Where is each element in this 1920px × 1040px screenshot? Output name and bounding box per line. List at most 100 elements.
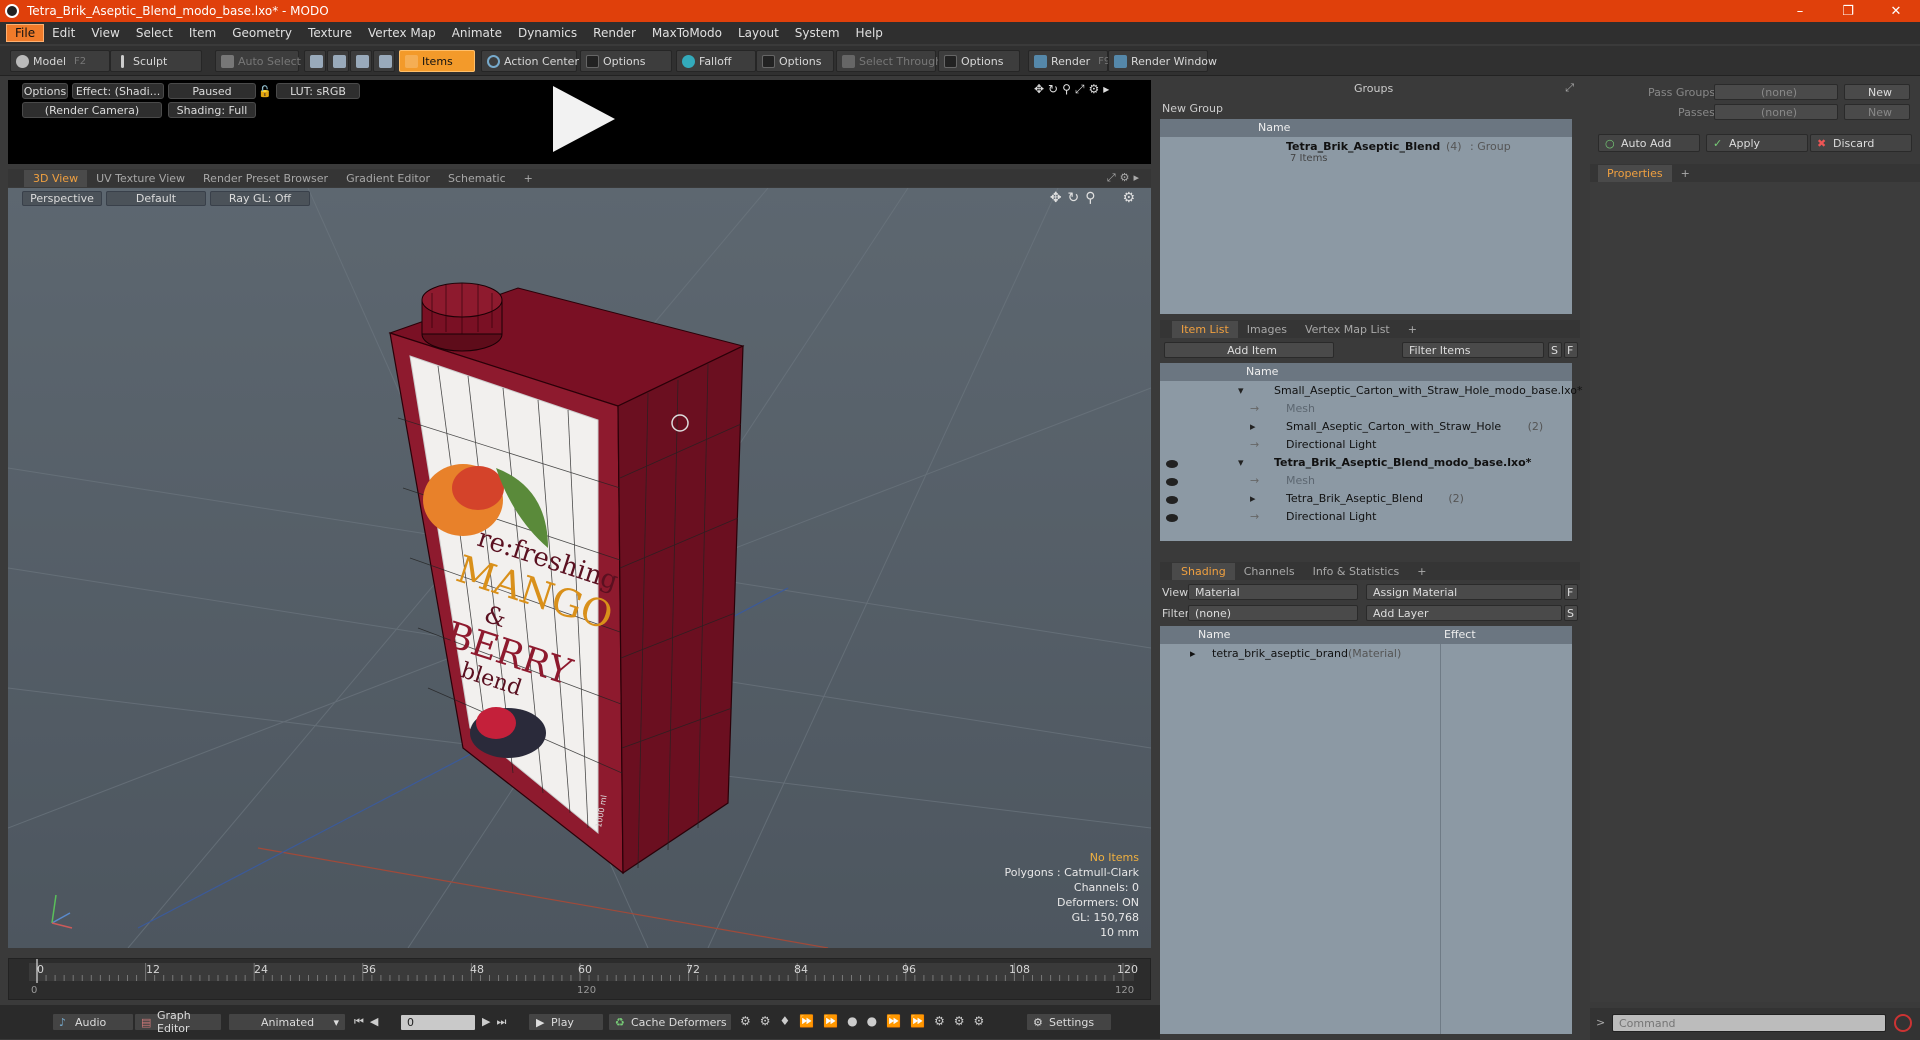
item-list-f-button[interactable]: F (1564, 342, 1578, 358)
item-list-s-button[interactable]: S (1548, 342, 1562, 358)
tab-channels[interactable]: Channels (1235, 563, 1304, 580)
expand-icon[interactable]: ⤢ (1565, 81, 1574, 95)
frame-input[interactable]: 0 (400, 1014, 476, 1031)
render-window-button[interactable]: Render Window (1108, 50, 1217, 72)
visibility-eye-icon[interactable] (1166, 514, 1178, 522)
item-list-row[interactable]: ▾ Small_Aseptic_Carton_with_Straw_Hole_mo… (1160, 383, 1582, 401)
expand-arrow-icon[interactable]: ▾ (1238, 456, 1244, 469)
menu-file[interactable]: File (6, 24, 45, 42)
menu-select[interactable]: Select (128, 25, 181, 41)
command-input[interactable] (1612, 1014, 1886, 1032)
child-arrow-icon[interactable]: → (1250, 438, 1259, 451)
items-mode-button[interactable]: Items (399, 50, 475, 72)
preview-camera-dropdown[interactable]: (Render Camera) (22, 102, 162, 118)
sculpt-mode-button[interactable]: Sculpt (110, 50, 202, 72)
menu-texture[interactable]: Texture (300, 25, 360, 41)
shading-tree[interactable]: Name Effect ▸ tetra_brik_aseptic_brand (… (1160, 626, 1572, 1034)
item-list-row[interactable]: ▾ Tetra_Brik_Aseptic_Blend_modo_base.lxo* (1160, 455, 1572, 473)
item-list-row[interactable]: → Mesh (1160, 473, 1572, 491)
menu-vertex-map[interactable]: Vertex Map (360, 25, 444, 41)
child-arrow-icon[interactable]: → (1250, 402, 1259, 415)
cache-deformers-button[interactable]: ♻ Cache Deformers (608, 1013, 732, 1031)
shading-view-dropdown[interactable]: Material (1188, 584, 1358, 600)
child-arrow-icon[interactable]: → (1250, 510, 1259, 523)
edges-mode-button[interactable] (327, 50, 349, 72)
vertices-mode-button[interactable] (304, 50, 326, 72)
add-item-dropdown[interactable]: Add Item (1164, 342, 1334, 358)
default-shading-dropdown[interactable]: Default (106, 191, 206, 206)
new-group-button[interactable]: New Group (1160, 100, 1244, 118)
preview-effect-dropdown[interactable]: Effect: (Shadi... (72, 83, 164, 99)
select-through-options-button[interactable]: Options (938, 50, 1020, 72)
materials-mode-button[interactable] (373, 50, 395, 72)
settings-button[interactable]: ⚙ Settings (1026, 1013, 1112, 1031)
filter-items-input[interactable]: Filter Items (1402, 342, 1544, 358)
restore-icon[interactable]: ❐ (1828, 0, 1868, 22)
pass-groups-dropdown[interactable]: (none) (1714, 84, 1838, 100)
tab-schematic[interactable]: Schematic (439, 170, 515, 187)
passes-dropdown[interactable]: (none) (1714, 104, 1838, 120)
groups-list[interactable]: Name Tetra_Brik_Aseptic_Blend (4) : Grou… (1160, 119, 1572, 314)
tab-gradient-editor[interactable]: Gradient Editor (337, 170, 439, 187)
raygl-dropdown[interactable]: Ray GL: Off (210, 191, 310, 206)
item-list-row[interactable]: → Directional Light (1160, 509, 1572, 527)
tab-uv-texture-view[interactable]: UV Texture View (87, 170, 194, 187)
menu-system[interactable]: System (787, 25, 848, 41)
add-layer-dropdown[interactable]: Add Layer (1366, 605, 1562, 621)
tab-3d-view[interactable]: 3D View (24, 170, 88, 187)
tab-vertex-map-list[interactable]: Vertex Map List (1296, 321, 1399, 338)
new-pass-button[interactable]: New (1844, 104, 1910, 120)
model-mode-button[interactable]: Model F2 (10, 50, 110, 72)
item-list-row[interactable]: → Directional Light (1160, 437, 1572, 455)
menu-dynamics[interactable]: Dynamics (510, 25, 585, 41)
close-icon[interactable]: ✕ (1876, 0, 1916, 22)
child-arrow-icon[interactable]: → (1250, 474, 1259, 487)
menu-maxtomodo[interactable]: MaxToModo (644, 25, 730, 41)
visibility-eye-icon[interactable] (1166, 478, 1178, 486)
render-button[interactable]: Render F9 (1028, 50, 1110, 72)
add-shading-tab-button[interactable]: + (1408, 563, 1435, 580)
tab-images[interactable]: Images (1238, 321, 1296, 338)
expand-arrow-icon[interactable]: ▸ (1190, 647, 1196, 660)
falloff-options-button[interactable]: Options (756, 50, 834, 72)
discard-button[interactable]: ✖ Discard (1810, 134, 1912, 152)
assign-material-dropdown[interactable]: Assign Material (1366, 584, 1562, 600)
tab-info-statistics[interactable]: Info & Statistics (1304, 563, 1409, 580)
visibility-eye-icon[interactable] (1166, 460, 1178, 468)
range-mid[interactable]: 120 (577, 985, 596, 996)
item-list-row[interactable]: ▸ Tetra_Brik_Aseptic_Blend (2) (1160, 491, 1572, 509)
item-list-row[interactable]: ▸ Small_Aseptic_Carton_with_Straw_Hole (2) (1160, 419, 1572, 437)
viewport-nav-icons[interactable]: ✥↻⚲ ⚙ (1050, 190, 1141, 206)
shading-filter-dropdown[interactable]: (none) (1188, 605, 1358, 621)
menu-layout[interactable]: Layout (730, 25, 787, 41)
preview-nav-icons[interactable]: ✥↻⚲⤢⚙▸ (1034, 82, 1113, 97)
auto-add-button[interactable]: ○ Auto Add (1598, 134, 1700, 152)
group-row[interactable]: Tetra_Brik_Aseptic_Blend (4) : Group 7 I… (1160, 139, 1572, 164)
select-through-button[interactable]: Select Through (836, 50, 942, 72)
menu-edit[interactable]: Edit (44, 25, 83, 41)
menu-animate[interactable]: Animate (444, 25, 510, 41)
add-item-tab-button[interactable]: + (1399, 321, 1426, 338)
audio-button[interactable]: ♪ Audio (52, 1013, 134, 1031)
preview-paused-button[interactable]: Paused (168, 83, 256, 99)
expand-arrow-icon[interactable]: ▾ (1238, 384, 1244, 397)
preview-lut-dropdown[interactable]: LUT: sRGB (276, 83, 360, 99)
preview-options-button[interactable]: Options (22, 83, 68, 99)
menu-item[interactable]: Item (181, 25, 224, 41)
action-center-options-button[interactable]: Options (580, 50, 672, 72)
menu-geometry[interactable]: Geometry (224, 25, 300, 41)
play-button[interactable]: ▶ Play (528, 1013, 604, 1031)
animated-dropdown[interactable]: Animated ▾ (228, 1013, 346, 1031)
range-end[interactable]: 120 (1115, 985, 1134, 996)
tab-properties[interactable]: Properties (1598, 165, 1672, 182)
play-icon[interactable] (553, 86, 615, 152)
menu-render[interactable]: Render (585, 25, 644, 41)
next-key-controls[interactable]: ▶⏭ (482, 1015, 512, 1029)
lock-icon[interactable]: 🔓 (258, 83, 272, 99)
shading-s-button[interactable]: S (1564, 605, 1578, 621)
item-list[interactable]: Name ▾ Small_Aseptic_Carton_with_Straw_Ho… (1160, 363, 1582, 541)
timeline[interactable]: 0 12 24 36 48 60 72 84 96 108 120 0 120 … (8, 958, 1151, 1000)
shading-f-button[interactable]: F (1564, 584, 1578, 600)
falloff-button[interactable]: Falloff (676, 50, 756, 72)
graph-editor-button[interactable]: ▤ Graph Editor (134, 1009, 222, 1035)
